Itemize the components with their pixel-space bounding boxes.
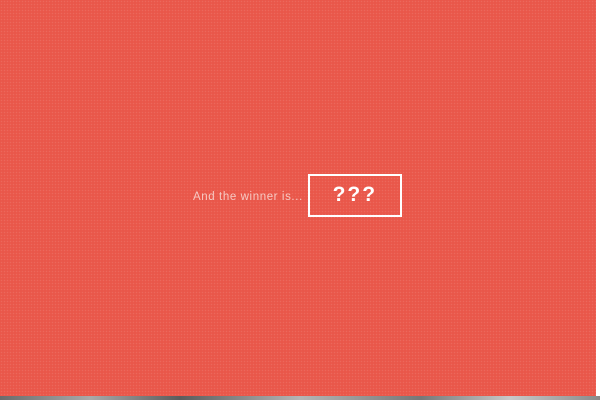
- winner-reveal: And the winner is... ???: [193, 173, 402, 217]
- lead-text: And the winner is...: [193, 191, 303, 203]
- bottom-strip: [0, 396, 600, 400]
- right-edge: [596, 0, 600, 396]
- answer-text: ???: [332, 183, 378, 206]
- reveal-stage: And the winner is... ???: [0, 0, 596, 396]
- answer-box: ???: [307, 173, 402, 217]
